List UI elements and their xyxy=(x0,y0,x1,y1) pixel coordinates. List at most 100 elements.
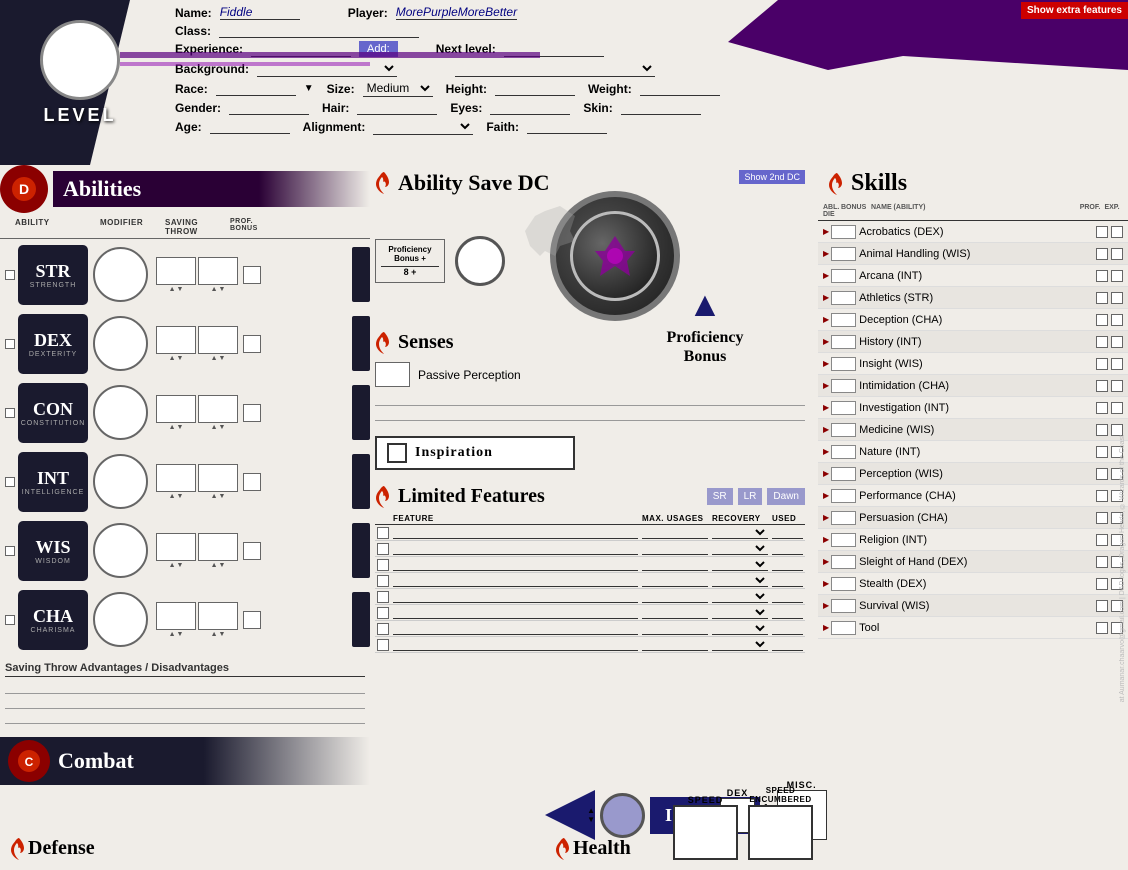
size-select[interactable]: Medium xyxy=(363,80,433,97)
skill-exp-box[interactable] xyxy=(1111,380,1123,392)
skill-exp-box[interactable] xyxy=(1111,402,1123,414)
cha-mod[interactable] xyxy=(156,602,196,630)
passive-perception-box[interactable] xyxy=(375,362,410,387)
skill-bonus-box[interactable] xyxy=(831,533,856,547)
lf-max-input[interactable] xyxy=(642,623,708,635)
con-mod[interactable] xyxy=(156,395,196,423)
speed-box[interactable] xyxy=(673,805,738,860)
con-prof[interactable] xyxy=(243,404,261,422)
skill-prof-box[interactable] xyxy=(1096,578,1108,590)
dex-indicator[interactable] xyxy=(5,339,15,349)
int-save[interactable] xyxy=(198,464,238,492)
lf-feature-input[interactable] xyxy=(393,543,638,555)
dex-save-up[interactable]: ▲ xyxy=(211,355,218,362)
lf-row-check[interactable] xyxy=(377,575,389,587)
lf-recovery-select[interactable]: SR LR Dawn xyxy=(712,558,768,571)
skill-bonus-box[interactable] xyxy=(831,291,856,305)
inspiration-checkbox[interactable] xyxy=(387,443,407,463)
skill-exp-box[interactable] xyxy=(1111,292,1123,304)
skill-prof-box[interactable] xyxy=(1096,424,1108,436)
background-select2[interactable] xyxy=(455,60,655,77)
lf-max-input[interactable] xyxy=(642,543,708,555)
wis-mod[interactable] xyxy=(156,533,196,561)
skill-prof-box[interactable] xyxy=(1096,600,1108,612)
skill-bonus-box[interactable] xyxy=(831,467,856,481)
cha-indicator[interactable] xyxy=(5,615,15,625)
skill-prof-box[interactable] xyxy=(1096,336,1108,348)
skill-prof-box[interactable] xyxy=(1096,446,1108,458)
lf-max-input[interactable] xyxy=(642,591,708,603)
skill-exp-box[interactable] xyxy=(1111,226,1123,238)
int-mod-up[interactable]: ▲ xyxy=(169,493,176,500)
int-mod-down[interactable]: ▼ xyxy=(177,493,184,500)
int-mod[interactable] xyxy=(156,464,196,492)
wis-indicator[interactable] xyxy=(5,546,15,556)
int-save-up[interactable]: ▲ xyxy=(211,493,218,500)
dex-score[interactable] xyxy=(93,316,148,371)
skill-bonus-box[interactable] xyxy=(831,445,856,459)
wis-mod-down[interactable]: ▼ xyxy=(177,562,184,569)
str-indicator[interactable] xyxy=(5,270,15,280)
class-input[interactable] xyxy=(219,23,419,38)
skill-prof-box[interactable] xyxy=(1096,380,1108,392)
skill-prof-box[interactable] xyxy=(1096,270,1108,282)
con-save-up[interactable]: ▲ xyxy=(211,424,218,431)
wis-save-down[interactable]: ▼ xyxy=(219,562,226,569)
skill-bonus-box[interactable] xyxy=(831,313,856,327)
lf-feature-input[interactable] xyxy=(393,559,638,571)
str-prof[interactable] xyxy=(243,266,261,284)
lf-max-input[interactable] xyxy=(642,575,708,587)
lf-row-check[interactable] xyxy=(377,591,389,603)
int-save-down[interactable]: ▼ xyxy=(219,493,226,500)
lf-used-input[interactable] xyxy=(772,639,803,651)
wis-save-up[interactable]: ▲ xyxy=(211,562,218,569)
skill-prof-box[interactable] xyxy=(1096,490,1108,502)
skill-bonus-box[interactable] xyxy=(831,511,856,525)
skin-input[interactable] xyxy=(621,100,701,115)
dex-prof[interactable] xyxy=(243,335,261,353)
sr-button[interactable]: SR xyxy=(707,488,733,505)
skill-bonus-box[interactable] xyxy=(831,489,856,503)
lf-feature-input[interactable] xyxy=(393,623,638,635)
skill-exp-box[interactable] xyxy=(1111,336,1123,348)
lf-row-check[interactable] xyxy=(377,607,389,619)
lf-max-input[interactable] xyxy=(642,639,708,651)
con-mod-down[interactable]: ▼ xyxy=(177,424,184,431)
str-save-down[interactable]: ▼ xyxy=(219,286,226,293)
wis-score[interactable] xyxy=(93,523,148,578)
skill-prof-box[interactable] xyxy=(1096,226,1108,238)
lf-feature-input[interactable] xyxy=(393,607,638,619)
skill-bonus-box[interactable] xyxy=(831,379,856,393)
dawn-button[interactable]: Dawn xyxy=(767,488,805,505)
lf-feature-input[interactable] xyxy=(393,527,638,539)
alignment-select[interactable] xyxy=(373,118,473,135)
skill-exp-box[interactable] xyxy=(1111,314,1123,326)
lf-recovery-select[interactable]: SR LR Dawn xyxy=(712,542,768,555)
skill-bonus-box[interactable] xyxy=(831,225,856,239)
dex-save-down[interactable]: ▼ xyxy=(219,355,226,362)
show-features-button[interactable]: Show extra features xyxy=(1021,2,1128,19)
race-arrow[interactable]: ▼ xyxy=(304,83,314,94)
lf-feature-input[interactable] xyxy=(393,639,638,651)
lf-recovery-select[interactable]: SR LR Dawn xyxy=(712,574,768,587)
int-indicator[interactable] xyxy=(5,477,15,487)
skill-prof-box[interactable] xyxy=(1096,248,1108,260)
lf-used-input[interactable] xyxy=(772,543,803,555)
dex-save[interactable] xyxy=(198,326,238,354)
str-mod-down[interactable]: ▼ xyxy=(177,286,184,293)
dex-mod-down[interactable]: ▼ xyxy=(177,355,184,362)
skill-bonus-box[interactable] xyxy=(831,555,856,569)
cha-mod-down[interactable]: ▼ xyxy=(177,631,184,638)
skill-bonus-box[interactable] xyxy=(831,335,856,349)
lf-used-input[interactable] xyxy=(772,575,803,587)
lf-used-input[interactable] xyxy=(772,623,803,635)
str-save-up[interactable]: ▲ xyxy=(211,286,218,293)
skill-prof-box[interactable] xyxy=(1096,468,1108,480)
height-input[interactable] xyxy=(495,81,575,96)
dc-circle[interactable] xyxy=(455,236,505,286)
lf-row-check[interactable] xyxy=(377,559,389,571)
lf-row-check[interactable] xyxy=(377,639,389,651)
faith-input[interactable] xyxy=(527,119,607,134)
cha-save-up[interactable]: ▲ xyxy=(211,631,218,638)
lf-feature-input[interactable] xyxy=(393,591,638,603)
